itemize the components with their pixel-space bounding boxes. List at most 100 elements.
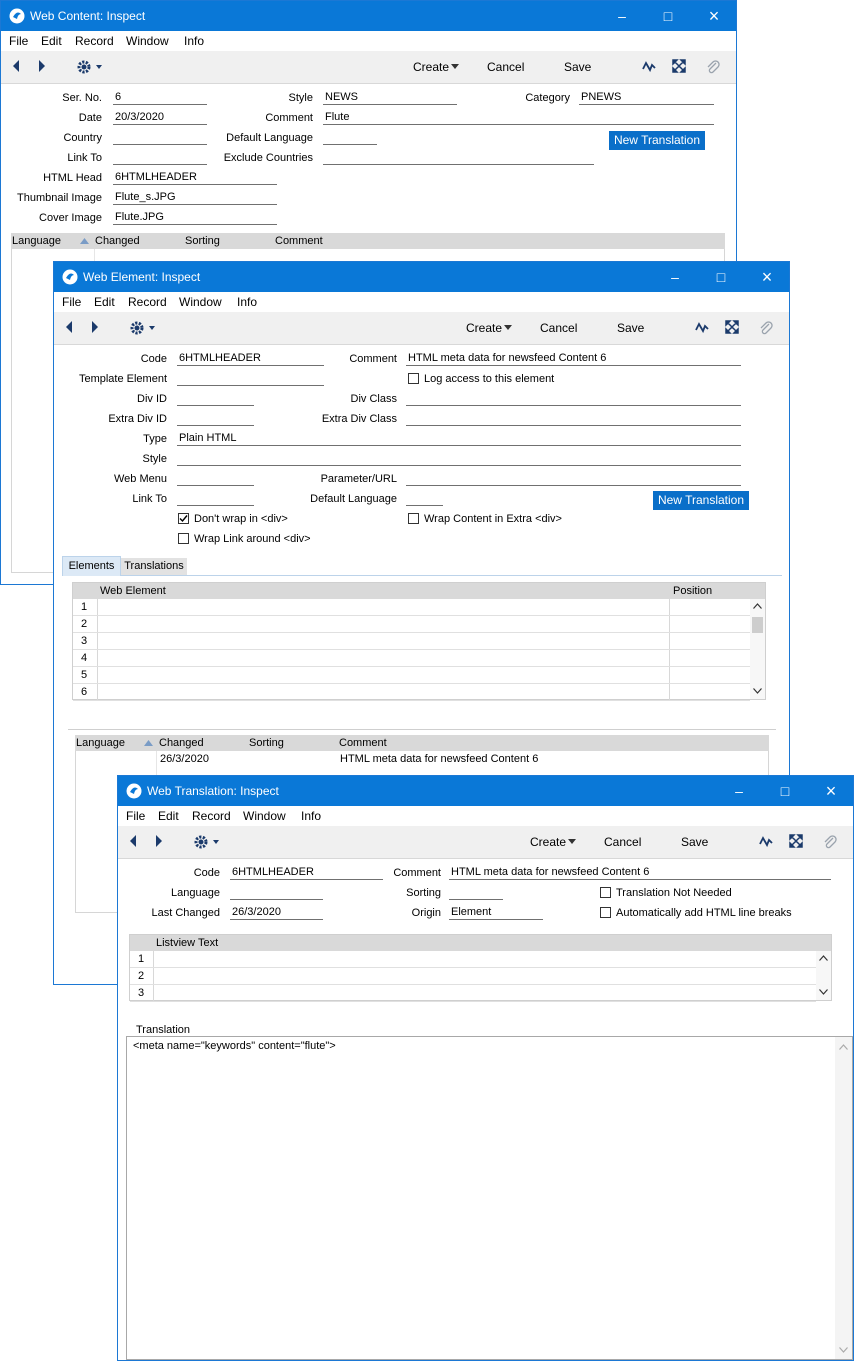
chevron-down-icon[interactable] [568, 839, 576, 844]
thumbnail-image-field[interactable]: Flute_s.JPG [113, 191, 277, 205]
menu-window[interactable]: Window [243, 809, 286, 823]
matrix-row[interactable]: 3 [73, 633, 750, 650]
style-field[interactable]: NEWS [323, 91, 457, 105]
close-icon[interactable]: × [744, 262, 789, 292]
paperclip-icon[interactable] [759, 320, 773, 336]
matrix-row[interactable]: 3 [130, 985, 816, 1002]
minimize-icon[interactable]: – [716, 776, 762, 806]
col-sorting[interactable]: Sorting [249, 737, 284, 749]
matrix-row[interactable]: 5 [73, 667, 750, 684]
chevron-down-icon[interactable] [451, 64, 459, 69]
type-field[interactable]: Plain HTML [177, 432, 741, 446]
paperclip-icon[interactable] [706, 59, 720, 75]
wrap-content-checkbox[interactable] [408, 513, 419, 524]
date-field[interactable]: 20/3/2020 [113, 111, 207, 125]
col-comment[interactable]: Comment [339, 737, 387, 749]
matrix-row[interactable]: 2 [130, 968, 816, 985]
matrix-scrollbar[interactable] [750, 599, 765, 699]
cancel-button[interactable]: Cancel [487, 60, 524, 74]
save-button[interactable]: Save [564, 60, 591, 74]
menu-record[interactable]: Record [128, 295, 167, 309]
matrix-row[interactable]: 1 [130, 951, 816, 968]
minimize-icon[interactable]: – [599, 1, 645, 31]
expand-icon[interactable] [672, 59, 686, 73]
menu-info[interactable]: Info [184, 34, 204, 48]
maximize-icon[interactable]: □ [698, 262, 744, 292]
matrix-row[interactable]: 1 [73, 599, 750, 616]
activity-icon[interactable] [695, 320, 709, 334]
gear-icon[interactable] [76, 59, 106, 75]
menu-record[interactable]: Record [75, 34, 114, 48]
menu-record[interactable]: Record [192, 809, 231, 823]
save-button[interactable]: Save [617, 321, 644, 335]
close-icon[interactable]: × [808, 776, 853, 806]
gear-icon[interactable] [193, 834, 223, 850]
last-changed-field[interactable]: 26/3/2020 [230, 906, 323, 920]
comment-field[interactable]: Flute [323, 111, 714, 125]
title-bar[interactable]: Web Content: Inspect – □ × [1, 1, 736, 31]
wrap-link-checkbox[interactable] [178, 533, 189, 544]
close-icon[interactable]: × [691, 1, 736, 31]
matrix-scrollbar[interactable] [816, 951, 831, 1000]
col-language[interactable]: Language [12, 235, 61, 247]
web-menu-field[interactable] [177, 472, 254, 486]
arrow-left-icon[interactable] [11, 59, 21, 73]
title-bar[interactable]: Web Translation: Inspect – □ × [118, 776, 853, 806]
html-head-field[interactable]: 6HTMLHEADER [113, 171, 277, 185]
menu-window[interactable]: Window [179, 295, 222, 309]
save-button[interactable]: Save [681, 835, 708, 849]
div-class-field[interactable] [406, 392, 741, 406]
col-sorting[interactable]: Sorting [185, 235, 220, 247]
menu-info[interactable]: Info [237, 295, 257, 309]
chevron-down-icon[interactable] [504, 325, 512, 330]
arrow-left-icon[interactable] [64, 320, 74, 334]
scroll-up-icon[interactable] [839, 1044, 848, 1050]
menu-window[interactable]: Window [126, 34, 169, 48]
title-bar[interactable]: Web Element: Inspect – □ × [54, 262, 789, 292]
arrow-right-icon[interactable] [90, 320, 100, 334]
cover-image-field[interactable]: Flute.JPG [113, 211, 277, 225]
comment-field[interactable]: HTML meta data for newsfeed Content 6 [449, 866, 831, 880]
scroll-down-icon[interactable] [819, 989, 828, 995]
matrix-row[interactable]: 4 [73, 650, 750, 667]
textarea-scrollbar[interactable] [835, 1037, 852, 1359]
translation-textarea[interactable]: <meta name="keywords" content="flute"> [126, 1036, 853, 1360]
menu-file[interactable]: File [62, 295, 81, 309]
expand-icon[interactable] [725, 320, 739, 334]
parameter-url-field[interactable] [406, 472, 741, 486]
col-comment[interactable]: Comment [275, 235, 323, 247]
category-field[interactable]: PNEWS [579, 91, 714, 105]
expand-icon[interactable] [789, 834, 803, 848]
matrix-row[interactable]: 6 [73, 684, 750, 701]
extra-div-class-field[interactable] [406, 412, 741, 426]
maximize-icon[interactable]: □ [762, 776, 808, 806]
language-field[interactable] [230, 886, 323, 900]
country-field[interactable] [113, 131, 207, 145]
create-button[interactable]: Create [466, 321, 502, 335]
create-button[interactable]: Create [530, 835, 566, 849]
tab-elements[interactable]: Elements [62, 556, 121, 576]
cancel-button[interactable]: Cancel [540, 321, 577, 335]
arrow-right-icon[interactable] [154, 834, 164, 848]
ser-no-field[interactable]: 6 [113, 91, 207, 105]
tab-translations[interactable]: Translations [121, 558, 187, 575]
col-changed[interactable]: Changed [159, 737, 204, 749]
translation-not-needed-checkbox[interactable] [600, 887, 611, 898]
div-id-field[interactable] [177, 392, 254, 406]
link-to-field[interactable] [177, 492, 254, 506]
new-translation-button[interactable]: New Translation [653, 491, 749, 510]
exclude-countries-field[interactable] [323, 151, 594, 165]
arrow-right-icon[interactable] [37, 59, 47, 73]
sorting-field[interactable] [449, 886, 503, 900]
maximize-icon[interactable]: □ [645, 1, 691, 31]
col-language[interactable]: Language [76, 737, 125, 749]
menu-edit[interactable]: Edit [41, 34, 62, 48]
scroll-up-icon[interactable] [819, 955, 828, 961]
comment-field[interactable]: HTML meta data for newsfeed Content 6 [406, 352, 741, 366]
style-field[interactable] [177, 452, 741, 466]
scroll-up-icon[interactable] [753, 603, 762, 609]
link-to-field[interactable] [113, 151, 207, 165]
matrix-row[interactable]: 2 [73, 616, 750, 633]
dont-wrap-checkbox[interactable] [178, 513, 189, 524]
scroll-down-icon[interactable] [753, 688, 762, 694]
